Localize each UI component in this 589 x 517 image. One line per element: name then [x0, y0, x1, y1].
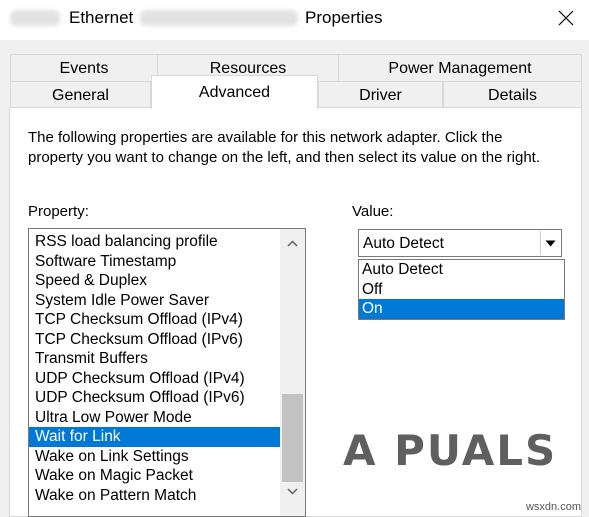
scroll-up-button[interactable] [280, 233, 305, 253]
combobox-dropdown-button[interactable] [540, 231, 560, 255]
list-item[interactable]: Wake on Link Settings [29, 447, 280, 467]
tab-general[interactable]: General [10, 81, 151, 109]
list-item[interactable]: Speed & Duplex [29, 271, 280, 291]
window-title-properties: Properties [305, 8, 383, 27]
property-label: Property: [28, 203, 89, 220]
list-item[interactable]: Transmit Buffers [29, 349, 280, 369]
list-item[interactable]: TCP Checksum Offload (IPv6) [29, 330, 280, 350]
tab-events[interactable]: Events [10, 54, 158, 82]
property-list: RSS load balancing profile Software Time… [29, 229, 305, 505]
tab-label: Details [488, 86, 537, 104]
tab-label: General [52, 86, 109, 104]
vertical-scrollbar[interactable] [280, 229, 305, 516]
window-title-ethernet: Ethernet [69, 8, 134, 27]
close-button[interactable] [543, 0, 589, 36]
description-text: The following properties are available f… [28, 129, 540, 166]
combobox-value: Auto Detect [363, 235, 444, 252]
list-item[interactable]: UDP Checksum Offload (IPv6) [29, 388, 280, 408]
blurred-title-text [140, 10, 298, 26]
dropdown-option-on[interactable]: On [359, 299, 564, 319]
chevron-up-icon [287, 239, 298, 247]
list-item[interactable]: Wake on Pattern Match [29, 486, 280, 506]
list-item[interactable]: Software Timestamp [29, 252, 280, 272]
scroll-down-button[interactable] [280, 481, 305, 501]
property-listbox[interactable]: RSS load balancing profile Software Time… [28, 228, 306, 517]
caret-down-icon [545, 240, 556, 246]
value-dropdown-list: Auto Detect Off On [358, 259, 565, 320]
tab-driver[interactable]: Driver [318, 81, 443, 109]
tab-label: Power Management [388, 59, 532, 77]
list-item[interactable]: RSS load balancing profile [29, 232, 280, 252]
value-label: Value: [352, 203, 394, 220]
list-item[interactable]: System Idle Power Saver [29, 291, 280, 311]
list-item[interactable]: Ultra Low Power Mode [29, 408, 280, 428]
list-item[interactable]: TCP Checksum Offload (IPv4) [29, 310, 280, 330]
title-bar: Ethernet Properties [0, 0, 589, 40]
value-combobox[interactable]: Auto Detect [358, 229, 562, 257]
chevron-down-icon [287, 487, 298, 495]
list-item[interactable]: UDP Checksum Offload (IPv4) [29, 369, 280, 389]
appuals-watermark: A PUALS [343, 426, 558, 475]
tab-label: Advanced [198, 83, 271, 101]
tab-power-management[interactable]: Power Management [338, 54, 582, 82]
dropdown-option-off[interactable]: Off [359, 280, 564, 300]
close-icon [558, 10, 574, 26]
dropdown-option-auto-detect[interactable]: Auto Detect [359, 260, 564, 280]
list-item[interactable]: Wake on Magic Packet [29, 466, 280, 486]
tab-details[interactable]: Details [443, 81, 582, 109]
list-item-selected[interactable]: Wait for Link [29, 427, 280, 447]
tab-label: Events [59, 59, 109, 77]
site-watermark: wsxdn.com [525, 501, 581, 513]
tab-label: Driver [359, 86, 402, 104]
blurred-title-text [10, 10, 60, 26]
scroll-thumb[interactable] [282, 394, 303, 482]
tab-advanced[interactable]: Advanced [151, 75, 318, 109]
